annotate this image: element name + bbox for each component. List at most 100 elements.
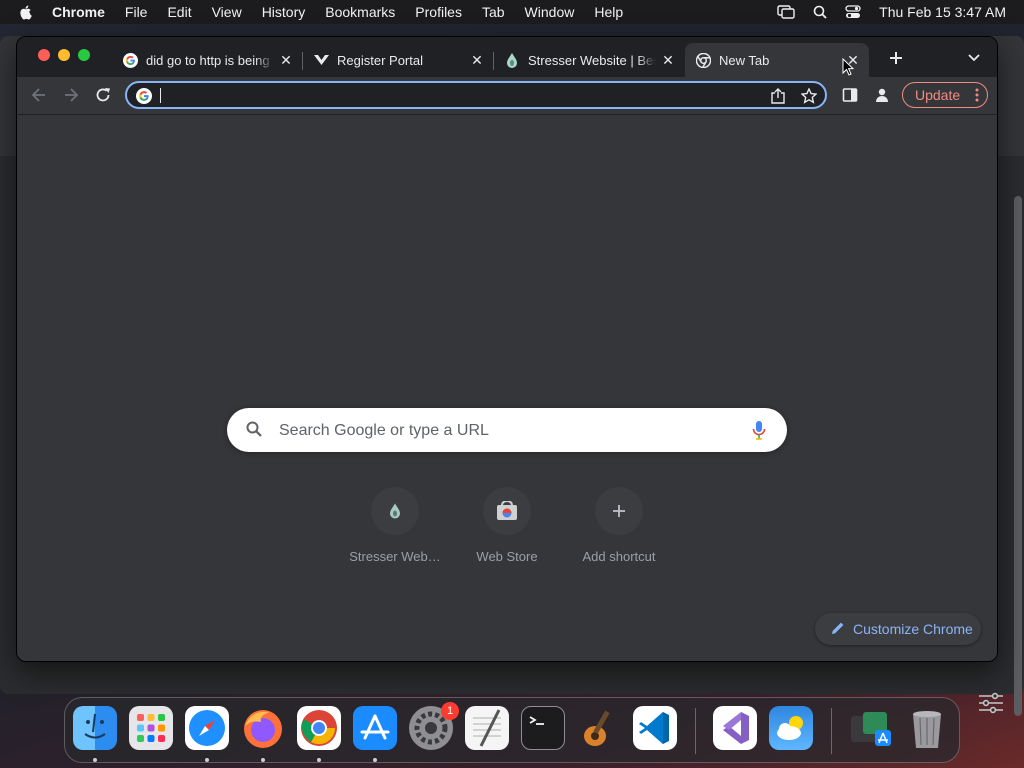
droplet-icon [504, 52, 520, 68]
customize-label: Customize Chrome [853, 621, 973, 637]
address-bar[interactable] [125, 81, 827, 109]
chrome-window: did go to http is being ✕ Register Porta… [16, 36, 998, 662]
finder-icon[interactable] [73, 706, 117, 750]
arrow-right-icon [65, 88, 79, 102]
tab-title: did go to http is being [146, 52, 270, 68]
menu-app-name[interactable]: Chrome [52, 4, 105, 20]
window-close-button[interactable] [38, 49, 50, 61]
shortcut-icon-circle [595, 487, 643, 535]
downloads-stack-icon[interactable] [849, 706, 893, 750]
address-input[interactable] [161, 85, 745, 109]
shortcut-icon-circle [371, 487, 419, 535]
update-label: Update [915, 87, 961, 103]
running-indicator [93, 758, 97, 762]
spotlight-search-icon[interactable] [813, 5, 827, 19]
window-zoom-button[interactable] [78, 49, 90, 61]
ntp-search-input[interactable] [277, 418, 721, 444]
trash-icon[interactable] [905, 706, 949, 750]
chevron-down-icon[interactable] [967, 51, 981, 65]
add-shortcut-button[interactable]: Add shortcut [563, 487, 675, 577]
window-minimize-button[interactable] [58, 49, 70, 61]
shortcut-label: Add shortcut [582, 549, 656, 564]
apple-menu-icon[interactable] [18, 4, 34, 20]
tab-title: Register Portal [337, 52, 423, 68]
microphone-icon[interactable] [752, 420, 766, 440]
dock: 1 [64, 697, 960, 763]
profile-icon [876, 88, 888, 102]
chrome-icon [695, 52, 711, 68]
menu-bar: Chrome File Edit View History Bookmarks … [0, 0, 1024, 24]
tab-google-search[interactable]: did go to http is being ✕ [112, 43, 302, 77]
menu-clock[interactable]: Thu Feb 15 3:47 AM [879, 4, 1006, 20]
running-indicator [205, 758, 209, 762]
chrome-icon[interactable] [297, 706, 341, 750]
menu-window[interactable]: Window [525, 4, 575, 20]
web-store-icon [497, 501, 517, 520]
close-icon[interactable]: ✕ [469, 52, 485, 68]
close-icon[interactable]: ✕ [660, 52, 676, 68]
text-caret [160, 88, 161, 103]
forward-button[interactable] [61, 85, 81, 105]
share-icon[interactable] [771, 88, 785, 104]
running-indicator [261, 758, 265, 762]
terminal-icon[interactable] [521, 706, 565, 750]
tab-register-portal[interactable]: Register Portal ✕ [303, 43, 493, 77]
shortcut-label: Web Store [476, 549, 538, 564]
ntp-search-box[interactable] [227, 408, 787, 452]
customize-chrome-button[interactable]: Customize Chrome [815, 613, 981, 645]
running-indicator [317, 758, 321, 762]
shortcut-tile[interactable]: Stresser Web… [339, 487, 451, 577]
side-panel-icon [842, 88, 858, 102]
garageband-icon[interactable] [577, 706, 621, 750]
plus-icon [613, 505, 625, 517]
vscode-icon[interactable] [633, 706, 677, 750]
control-center-icon[interactable] [845, 5, 861, 19]
menu-edit[interactable]: Edit [167, 4, 191, 20]
screen-mirroring-icon[interactable] [777, 5, 795, 19]
new-tab-page: Stresser Web… Web Store Add shortcut Cus… [17, 115, 997, 661]
shortcut-icon-circle [483, 487, 531, 535]
shortcut-tile[interactable]: Web Store [451, 487, 563, 577]
menu-bookmarks[interactable]: Bookmarks [325, 4, 395, 20]
v-logo-icon [313, 52, 329, 68]
safari-icon[interactable] [185, 706, 229, 750]
textedit-icon[interactable] [465, 706, 509, 750]
dock-separator [695, 708, 696, 754]
running-indicator [373, 758, 377, 762]
menu-history[interactable]: History [262, 4, 306, 20]
shortcut-label: Stresser Web… [349, 549, 441, 564]
menu-profiles[interactable]: Profiles [415, 4, 462, 20]
close-icon[interactable]: ✕ [278, 52, 294, 68]
droplet-icon [390, 503, 400, 519]
weather-icon[interactable] [769, 706, 813, 750]
dock-separator [831, 708, 832, 754]
pencil-icon [832, 622, 844, 634]
firefox-icon[interactable] [241, 706, 285, 750]
visual-studio-icon[interactable] [713, 706, 757, 750]
mouse-cursor-icon [842, 58, 854, 76]
more-vertical-icon[interactable] [975, 88, 979, 102]
menu-tab[interactable]: Tab [482, 4, 505, 20]
profile-button[interactable] [872, 85, 892, 105]
back-button[interactable] [29, 85, 49, 105]
menu-view[interactable]: View [212, 4, 242, 20]
menu-file[interactable]: File [125, 4, 148, 20]
reload-icon [96, 88, 110, 102]
update-button[interactable]: Update [902, 82, 988, 108]
new-tab-plus-icon[interactable] [887, 49, 905, 67]
tab-stresser-website[interactable]: Stresser Website | Bes ✕ [494, 43, 684, 77]
bookmark-star-icon[interactable] [801, 88, 817, 104]
google-icon [122, 52, 138, 68]
launchpad-icon[interactable] [129, 706, 173, 750]
background-window-scrollbar[interactable] [1014, 196, 1022, 716]
side-panel-button[interactable] [840, 85, 860, 105]
google-icon [136, 88, 152, 104]
notification-badge: 1 [441, 702, 459, 720]
tab-title: New Tab [719, 52, 770, 68]
sliders-icon[interactable] [978, 692, 1004, 714]
tab-title: Stresser Website | Bes [528, 52, 656, 68]
app-store-icon[interactable] [353, 706, 397, 750]
menu-help[interactable]: Help [594, 4, 623, 20]
search-icon [246, 421, 262, 437]
reload-button[interactable] [93, 85, 113, 105]
